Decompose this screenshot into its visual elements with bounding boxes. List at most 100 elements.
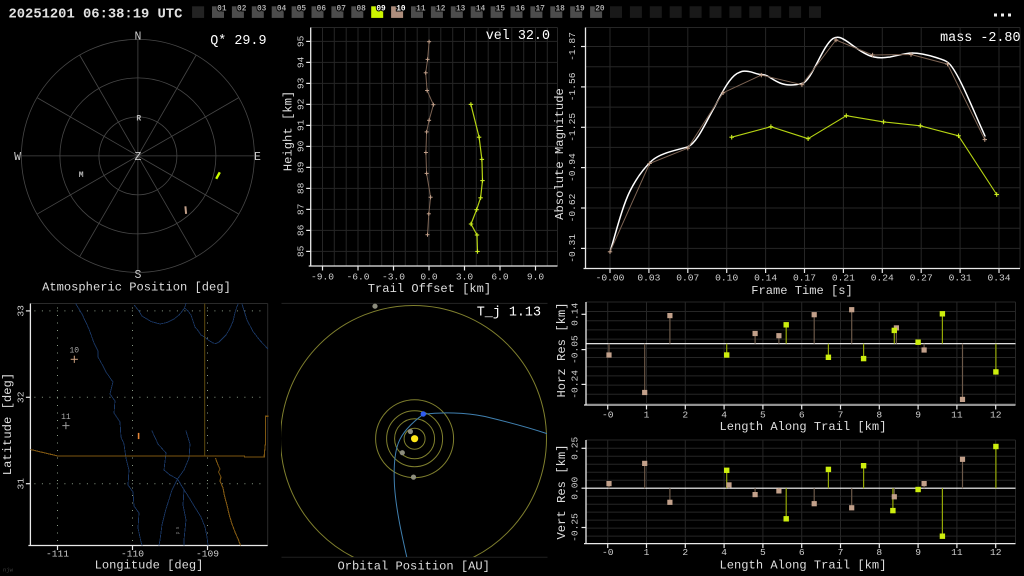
svg-text:88: 88 [296,182,307,194]
svg-text:08: 08 [356,5,366,13]
svg-text:0.10: 0.10 [715,273,738,284]
svg-text:9.0: 9.0 [527,272,545,283]
svg-text:06: 06 [317,5,327,13]
svg-text:-1.25: -1.25 [567,113,578,142]
svg-text:Absolute Magnitude: Absolute Magnitude [553,88,567,220]
svg-text:19: 19 [575,5,585,13]
svg-text:10: 10 [69,346,79,355]
svg-text:Z: Z [134,151,141,164]
svg-text:6.0: 6.0 [491,272,509,283]
svg-text:09: 09 [376,5,386,13]
svg-text:11: 11 [61,413,71,422]
svg-text:86: 86 [296,224,307,236]
svg-text:njw: njw [3,567,14,574]
svg-text:0.03: 0.03 [637,273,660,284]
svg-text:0.31: 0.31 [949,273,972,284]
svg-text:94: 94 [296,56,307,68]
svg-text:Horz Res [km]: Horz Res [km] [555,302,569,397]
svg-text:95: 95 [296,35,307,47]
svg-text:s: s [175,526,181,529]
svg-text:11: 11 [951,547,963,558]
svg-text:6: 6 [799,547,805,558]
svg-text:12: 12 [990,547,1002,558]
svg-text:-1.87: -1.87 [567,32,578,61]
svg-text:-111: -111 [46,549,69,560]
svg-text:03: 03 [257,5,267,13]
svg-text:13: 13 [456,5,466,13]
svg-text:0.00: 0.00 [570,476,581,499]
svg-text:0.14: 0.14 [570,303,581,326]
svg-text:Trail Offset [km]: Trail Offset [km] [368,282,491,296]
svg-text:Longitude [deg]: Longitude [deg] [95,559,204,573]
svg-text:p: p [175,531,181,534]
svg-text:20251201 06:38:19 UTC: 20251201 06:38:19 UTC [9,7,183,22]
svg-text:Frame Time [s]: Frame Time [s] [751,284,853,298]
svg-text:-0.00: -0.00 [596,273,625,284]
svg-text:W: W [14,151,21,164]
svg-text:16: 16 [516,5,526,13]
svg-text:12: 12 [436,5,446,13]
svg-text:31: 31 [16,478,27,490]
svg-text:93: 93 [296,77,307,89]
svg-text:10: 10 [396,5,406,13]
svg-text:0.24: 0.24 [871,273,894,284]
svg-text:04: 04 [277,5,287,13]
svg-text:91: 91 [296,119,307,131]
svg-text:-0.62: -0.62 [567,193,578,222]
svg-text:-9.0: -9.0 [311,272,334,283]
svg-text:33: 33 [16,305,27,317]
svg-text:07: 07 [337,5,347,13]
svg-text:-1.56: -1.56 [567,72,578,101]
svg-text:N: N [134,31,141,44]
svg-text:Q* 29.9: Q* 29.9 [210,34,266,49]
svg-text:89: 89 [296,161,307,173]
svg-text:12: 12 [990,410,1002,421]
svg-text:Atmospheric Position [deg]: Atmospheric Position [deg] [42,281,231,295]
svg-text:8: 8 [876,547,882,558]
svg-text:0.34: 0.34 [987,273,1010,284]
svg-text:Vert Res [km]: Vert Res [km] [555,444,569,539]
svg-text:1: 1 [644,547,650,558]
svg-text:-0.05: -0.05 [570,335,581,364]
svg-text:0.25: 0.25 [570,437,581,460]
svg-text:02: 02 [237,5,247,13]
svg-text:11: 11 [951,410,963,421]
svg-text:Orbital Position [AU]: Orbital Position [AU] [337,560,489,574]
svg-text:Length Along Trail [km]: Length Along Trail [km] [720,558,887,572]
svg-text:85: 85 [296,245,307,257]
svg-text:0.21: 0.21 [832,273,855,284]
svg-text:17: 17 [536,5,546,13]
svg-text:0.07: 0.07 [676,273,699,284]
svg-text:-0: -0 [602,410,614,421]
svg-text:0.27: 0.27 [910,273,933,284]
svg-text:05: 05 [297,5,307,13]
svg-text:32: 32 [16,391,27,403]
svg-text:9: 9 [915,410,921,421]
svg-text:vel 32.0: vel 32.0 [486,29,550,44]
svg-text:-0.31: -0.31 [567,234,578,263]
svg-text:01: 01 [217,5,227,13]
svg-text:Latitude [deg]: Latitude [deg] [1,373,15,475]
svg-text:Length Along Trail [km]: Length Along Trail [km] [720,420,887,434]
svg-text:-0: -0 [602,547,614,558]
svg-text:M: M [79,171,84,180]
svg-text:0.14: 0.14 [754,273,777,284]
svg-text:E: E [254,151,261,164]
svg-text:7: 7 [838,547,844,558]
svg-text:5: 5 [760,547,766,558]
svg-text:T_j 1.13: T_j 1.13 [477,306,541,321]
svg-text:1: 1 [644,410,650,421]
svg-text:87: 87 [296,204,307,216]
svg-text:mass -2.80: mass -2.80 [940,31,1020,46]
svg-text:Height [km]: Height [km] [282,91,296,171]
svg-text:15: 15 [496,5,506,13]
svg-text:14: 14 [476,5,486,13]
svg-text:11: 11 [416,5,426,13]
svg-text:R: R [136,114,141,123]
svg-text:92: 92 [296,98,307,110]
svg-text:9: 9 [915,547,921,558]
svg-text:18: 18 [555,5,565,13]
svg-text:2: 2 [682,547,688,558]
svg-text:-0.25: -0.25 [570,513,581,542]
svg-text:-6.0: -6.0 [346,272,369,283]
